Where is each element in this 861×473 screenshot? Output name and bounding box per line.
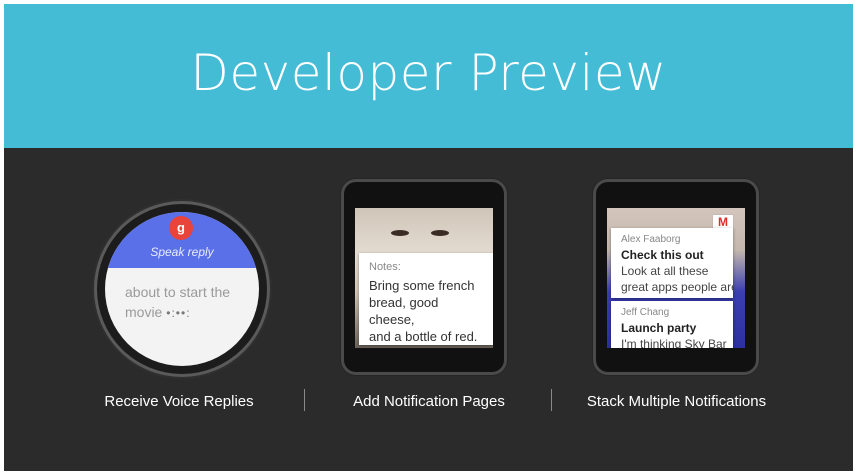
notification-preview-2: great apps people are: [621, 280, 733, 294]
notification-subject: Launch party: [621, 321, 697, 335]
notes-label: Notes:: [369, 261, 401, 273]
eye-left: [391, 230, 409, 236]
square-watch-notes: Notes: Bring some french bread, good che…: [344, 182, 504, 372]
notes-watch-screen: Notes: Bring some french bread, good che…: [355, 208, 493, 348]
round-watch: g Speak reply about to start the movie •…: [97, 204, 267, 374]
notification-sender: Jeff Chang: [621, 307, 670, 318]
caption-voice-replies: Receive Voice Replies: [104, 393, 254, 410]
notification-preview: I'm thinking Sky Bar: [621, 337, 727, 348]
round-watch-screen: g Speak reply about to start the movie •…: [105, 212, 259, 366]
slide-title: Developer Preview: [190, 44, 667, 102]
divider: [551, 389, 552, 411]
notes-body: Bring some french bread, good cheese, an…: [369, 277, 485, 345]
listening-dots-icon: •:••:: [166, 306, 191, 320]
slide: Developer Preview g Speak reply about to…: [4, 4, 853, 471]
notes-card[interactable]: Notes: Bring some french bread, good che…: [359, 253, 493, 345]
notification-subject: Check this out: [621, 248, 704, 262]
divider: [304, 389, 305, 411]
notification-card-2[interactable]: Jeff Chang Launch party I'm thinking Sky…: [611, 301, 733, 348]
transcript-line-1: about to start the: [125, 284, 231, 300]
speak-reply-prompt: Speak reply: [150, 245, 214, 259]
caption-notification-pages: Add Notification Pages: [353, 393, 505, 410]
notes-line-2: bread, good cheese,: [369, 295, 439, 327]
transcript-word: movie: [125, 304, 163, 320]
stack-watch-screen: M Alex Faaborg Check this out Look at al…: [607, 208, 745, 348]
notification-preview: Look at all these: [621, 264, 709, 278]
transcript-line-2: movie •:••:: [125, 302, 245, 323]
notes-line-3: and a bottle of red.: [369, 329, 478, 344]
notes-line-1: Bring some french: [369, 278, 475, 293]
google-mic-icon[interactable]: g: [169, 216, 193, 240]
notification-card-1[interactable]: Alex Faaborg Check this out Look at all …: [611, 228, 733, 298]
title-banner: Developer Preview: [4, 4, 853, 148]
voice-transcript: about to start the movie •:••:: [125, 282, 245, 323]
caption-stack-notifications: Stack Multiple Notifications: [586, 393, 767, 410]
notification-sender: Alex Faaborg: [621, 234, 681, 245]
square-watch-stack: M Alex Faaborg Check this out Look at al…: [596, 182, 756, 372]
eye-right: [431, 230, 449, 236]
voice-reply-header: g Speak reply: [105, 212, 259, 268]
